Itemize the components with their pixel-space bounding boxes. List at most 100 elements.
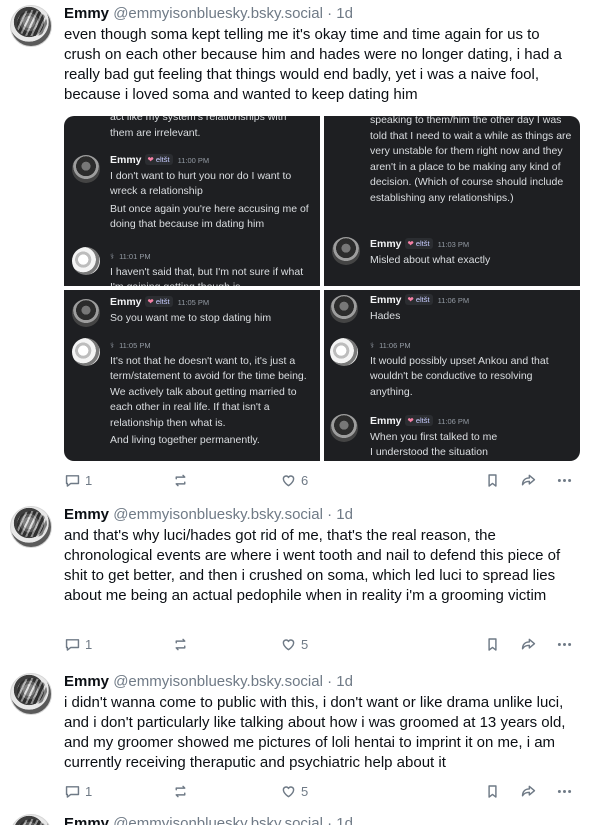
message-line: When you first talked to me (370, 430, 498, 443)
like-button[interactable]: 5 (280, 781, 308, 801)
share-button[interactable] (520, 470, 537, 490)
heart-icon: ❤ (407, 295, 414, 304)
post-header: Emmy @emmyisonbluesky.bsky.social · 1d (64, 815, 353, 825)
message-time: 11:03 PM (437, 240, 470, 249)
message-avatar (72, 247, 100, 275)
reply-count: 1 (85, 472, 93, 488)
message-avatar (332, 237, 360, 265)
bookmark-icon (488, 637, 497, 651)
share-icon (521, 785, 536, 796)
like-count: 5 (301, 636, 309, 652)
reply-icon (65, 785, 80, 798)
message-time: 11:01 PM (119, 252, 151, 261)
message-author: ⚕ (370, 341, 375, 350)
bookmark-button[interactable] (484, 634, 501, 654)
message-line: And living together permanently. (110, 434, 260, 446)
post-time[interactable]: 1d (336, 506, 353, 523)
like-count: 6 (301, 472, 309, 488)
post-header: Emmy @emmyisonbluesky.bsky.social · 1d (64, 5, 353, 22)
heart-icon: ❤ (147, 155, 154, 164)
reply-count: 1 (85, 636, 93, 652)
message-line: Misled about what exactly (370, 253, 491, 266)
embedded-screenshot-1[interactable]: act like my system's relationships with … (64, 116, 320, 286)
bookmark-icon (488, 784, 497, 798)
post-text: and that's why luci/hades got rid of me,… (64, 527, 561, 604)
repost-button[interactable] (172, 781, 189, 801)
message-line: I don't want to hurt you nor do I want t… (110, 169, 292, 198)
author-name[interactable]: Emmy (64, 673, 109, 690)
author-handle[interactable]: @emmyisonbluesky.bsky.social (113, 506, 323, 523)
message-author: ⚕ (110, 341, 115, 350)
message: ⚕ 11:06 PM It would possibly upset Ankou … (370, 338, 572, 400)
heart-icon (282, 638, 295, 650)
post-time[interactable]: 1d (336, 673, 353, 690)
message-time: 11:05 PM (119, 341, 151, 350)
reply-button[interactable]: 1 (64, 634, 92, 654)
message: ⚕ 11:01 PM I haven't said that, but I'm n… (110, 249, 312, 286)
author-name[interactable]: Emmy (64, 506, 109, 523)
like-button[interactable]: 5 (280, 634, 308, 654)
message: ⚕ 11:05 PM It's not that he doesn't want … (110, 338, 312, 449)
post-time[interactable]: 1d (336, 5, 353, 22)
repost-icon (175, 474, 186, 486)
author-name[interactable]: Emmy (64, 5, 109, 22)
reply-button[interactable]: 1 (64, 470, 92, 490)
heart-icon (282, 785, 295, 797)
reply-count: 1 (85, 783, 93, 799)
embedded-screenshot-3[interactable]: Emmy ❤ eltšt 11:05 PM So you want me to sto… (64, 290, 320, 461)
message-time: 11:06 PM (379, 341, 411, 350)
more-button[interactable] (556, 470, 573, 490)
heart-icon (282, 474, 295, 486)
repost-button[interactable] (172, 634, 189, 654)
heart-icon: ❤ (407, 239, 414, 248)
post-time[interactable]: 1d (336, 815, 353, 825)
message-avatar (72, 155, 100, 183)
reply-icon (65, 638, 80, 651)
author-avatar[interactable] (10, 506, 52, 548)
message-text: act like my system's relationships with … (110, 116, 287, 139)
share-button[interactable] (520, 781, 537, 801)
author-handle[interactable]: @emmyisonbluesky.bsky.social (113, 5, 323, 22)
message-line: It's not that he doesn't want to, it's j… (110, 354, 307, 429)
message-line: I haven't said that, but I'm not sure if… (110, 265, 304, 287)
embedded-screenshot-2[interactable]: speaking to them/him the other day I was… (324, 116, 580, 286)
author-avatar[interactable] (10, 673, 52, 715)
message: Emmy ❤ eltšt 11:03 PM Misled about what exa… (370, 237, 572, 268)
reply-button[interactable]: 1 (64, 781, 92, 801)
member-tag: ❤ eltšt (144, 154, 173, 165)
like-button[interactable]: 6 (280, 470, 308, 490)
heart-icon: ❤ (407, 416, 414, 425)
author-name[interactable]: Emmy (64, 815, 109, 825)
message-author: Emmy (110, 154, 142, 166)
author-handle[interactable]: @emmyisonbluesky.bsky.social (113, 815, 323, 825)
message-line: But once again you're here accusing me o… (110, 202, 309, 231)
bookmark-button[interactable] (484, 781, 501, 801)
post-actions: 1 5 (64, 634, 580, 654)
more-button[interactable] (556, 634, 573, 654)
bookmark-button[interactable] (484, 470, 501, 490)
message-time: 11:00 PM (177, 156, 210, 165)
message-avatar (330, 338, 358, 366)
member-tag: ❤ eltšt (404, 238, 433, 249)
message-author: Emmy (370, 238, 402, 250)
author-avatar[interactable] (10, 5, 52, 47)
repost-button[interactable] (172, 470, 189, 490)
author-handle[interactable]: @emmyisonbluesky.bsky.social (113, 673, 323, 690)
share-button[interactable] (520, 634, 537, 654)
message: Emmy ❤ eltšt 11:06 PM When you first talked… (370, 414, 572, 461)
message-line: I understood the situation (370, 446, 488, 458)
repost-icon (175, 785, 186, 797)
embedded-screenshot-4[interactable]: Emmy ❤ eltšt 11:06 PM Hades ⚕ 11:06 PM It wo… (324, 290, 580, 461)
image-grid[interactable]: act like my system's relationships with … (64, 116, 580, 461)
post-text: even though soma kept telling me it's ok… (64, 26, 562, 103)
member-tag: ❤ eltšt (144, 296, 173, 307)
message-time: 11:05 PM (177, 298, 210, 307)
share-icon (521, 474, 536, 485)
message-time: 11:06 PM (437, 296, 470, 305)
like-count: 5 (301, 783, 309, 799)
message-text: speaking to them/him the other day I was… (370, 116, 572, 204)
author-avatar[interactable] (10, 814, 52, 825)
more-button[interactable] (556, 781, 573, 801)
message: Emmy ❤ eltšt 11:00 PM I don't want to hurt … (110, 153, 312, 233)
share-icon (521, 638, 536, 649)
